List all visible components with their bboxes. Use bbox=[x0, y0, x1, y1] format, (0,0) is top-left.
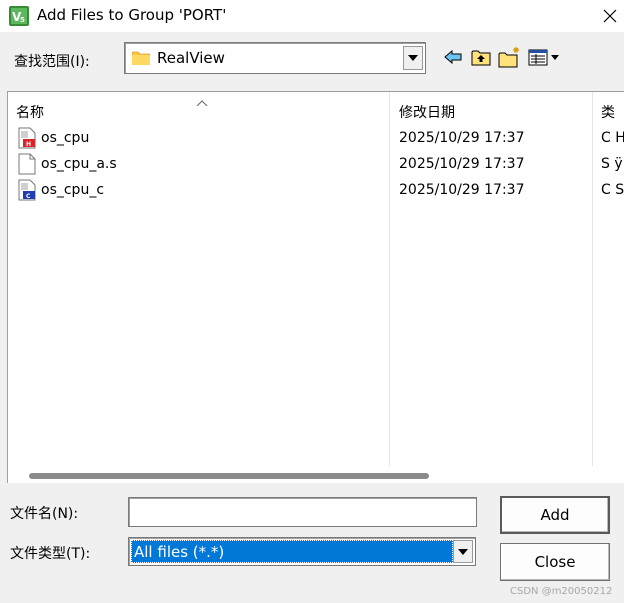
file-type: C S bbox=[601, 182, 624, 198]
new-folder-button[interactable] bbox=[497, 44, 523, 70]
file-row[interactable]: H os_cpu 2025/10/29 17:37 C H bbox=[8, 125, 624, 151]
back-button[interactable] bbox=[440, 44, 466, 70]
close-button[interactable]: Close bbox=[500, 543, 610, 581]
svg-text:5: 5 bbox=[20, 16, 25, 24]
file-name: os_cpu_c bbox=[41, 182, 105, 198]
back-arrow-icon bbox=[444, 50, 462, 64]
filetype-value: All files (*.*) bbox=[131, 540, 453, 563]
watermark: CSDN @m20050212 bbox=[510, 586, 613, 597]
file-type: C H bbox=[601, 130, 624, 146]
horizontal-scrollbar-thumb[interactable] bbox=[29, 473, 429, 479]
chevron-down-icon bbox=[408, 55, 418, 61]
column-header-type[interactable]: 类 bbox=[601, 92, 615, 121]
file-date: 2025/10/29 17:37 bbox=[399, 182, 525, 198]
column-header-name[interactable]: 名称 bbox=[16, 92, 44, 121]
lookin-dropdown-arrow[interactable] bbox=[403, 46, 423, 70]
c-file-icon: C bbox=[18, 179, 36, 201]
filetype-dropdown-arrow[interactable] bbox=[453, 540, 473, 563]
up-folder-button[interactable] bbox=[468, 44, 494, 70]
view-menu-button[interactable] bbox=[527, 44, 563, 70]
add-button[interactable]: Add bbox=[500, 496, 610, 534]
view-menu-icon bbox=[528, 49, 559, 66]
file-name: os_cpu_a.s bbox=[41, 156, 117, 172]
filename-label: 文件名(N): bbox=[10, 506, 79, 522]
file-row[interactable]: C os_cpu_c 2025/10/29 17:37 C S bbox=[8, 177, 624, 203]
close-icon bbox=[603, 9, 617, 23]
keil-app-icon: V 5 bbox=[9, 6, 29, 26]
file-name: os_cpu bbox=[41, 130, 90, 146]
file-row[interactable]: os_cpu_a.s 2025/10/29 17:37 S ÿ bbox=[8, 151, 624, 177]
svg-text:H: H bbox=[26, 141, 31, 148]
window-title: Add Files to Group 'PORT' bbox=[37, 6, 227, 24]
new-folder-icon bbox=[498, 47, 519, 68]
file-list[interactable]: 名称 修改日期 类 H os_cpu 2025/10/29 17:37 C H … bbox=[7, 91, 624, 483]
filetype-dropdown[interactable]: All files (*.*) bbox=[128, 537, 476, 566]
svg-text:C: C bbox=[26, 193, 31, 200]
lookin-dropdown[interactable]: RealView bbox=[124, 42, 426, 74]
folder-icon bbox=[131, 51, 151, 66]
up-folder-icon bbox=[471, 50, 491, 66]
chevron-down-icon bbox=[458, 548, 468, 555]
file-date: 2025/10/29 17:37 bbox=[399, 130, 525, 146]
column-header-date[interactable]: 修改日期 bbox=[399, 92, 455, 121]
filename-input[interactable] bbox=[128, 497, 477, 527]
header-file-icon: H bbox=[18, 127, 36, 149]
lookin-value: RealView bbox=[157, 49, 225, 67]
file-date: 2025/10/29 17:37 bbox=[399, 156, 525, 172]
sort-ascending-icon bbox=[196, 94, 208, 110]
filetype-label: 文件类型(T): bbox=[10, 546, 91, 562]
window-close-button[interactable] bbox=[596, 2, 624, 30]
lookin-label: 查找范围(I): bbox=[14, 54, 90, 70]
file-type: S ÿ bbox=[601, 156, 623, 172]
blank-file-icon bbox=[18, 153, 36, 175]
